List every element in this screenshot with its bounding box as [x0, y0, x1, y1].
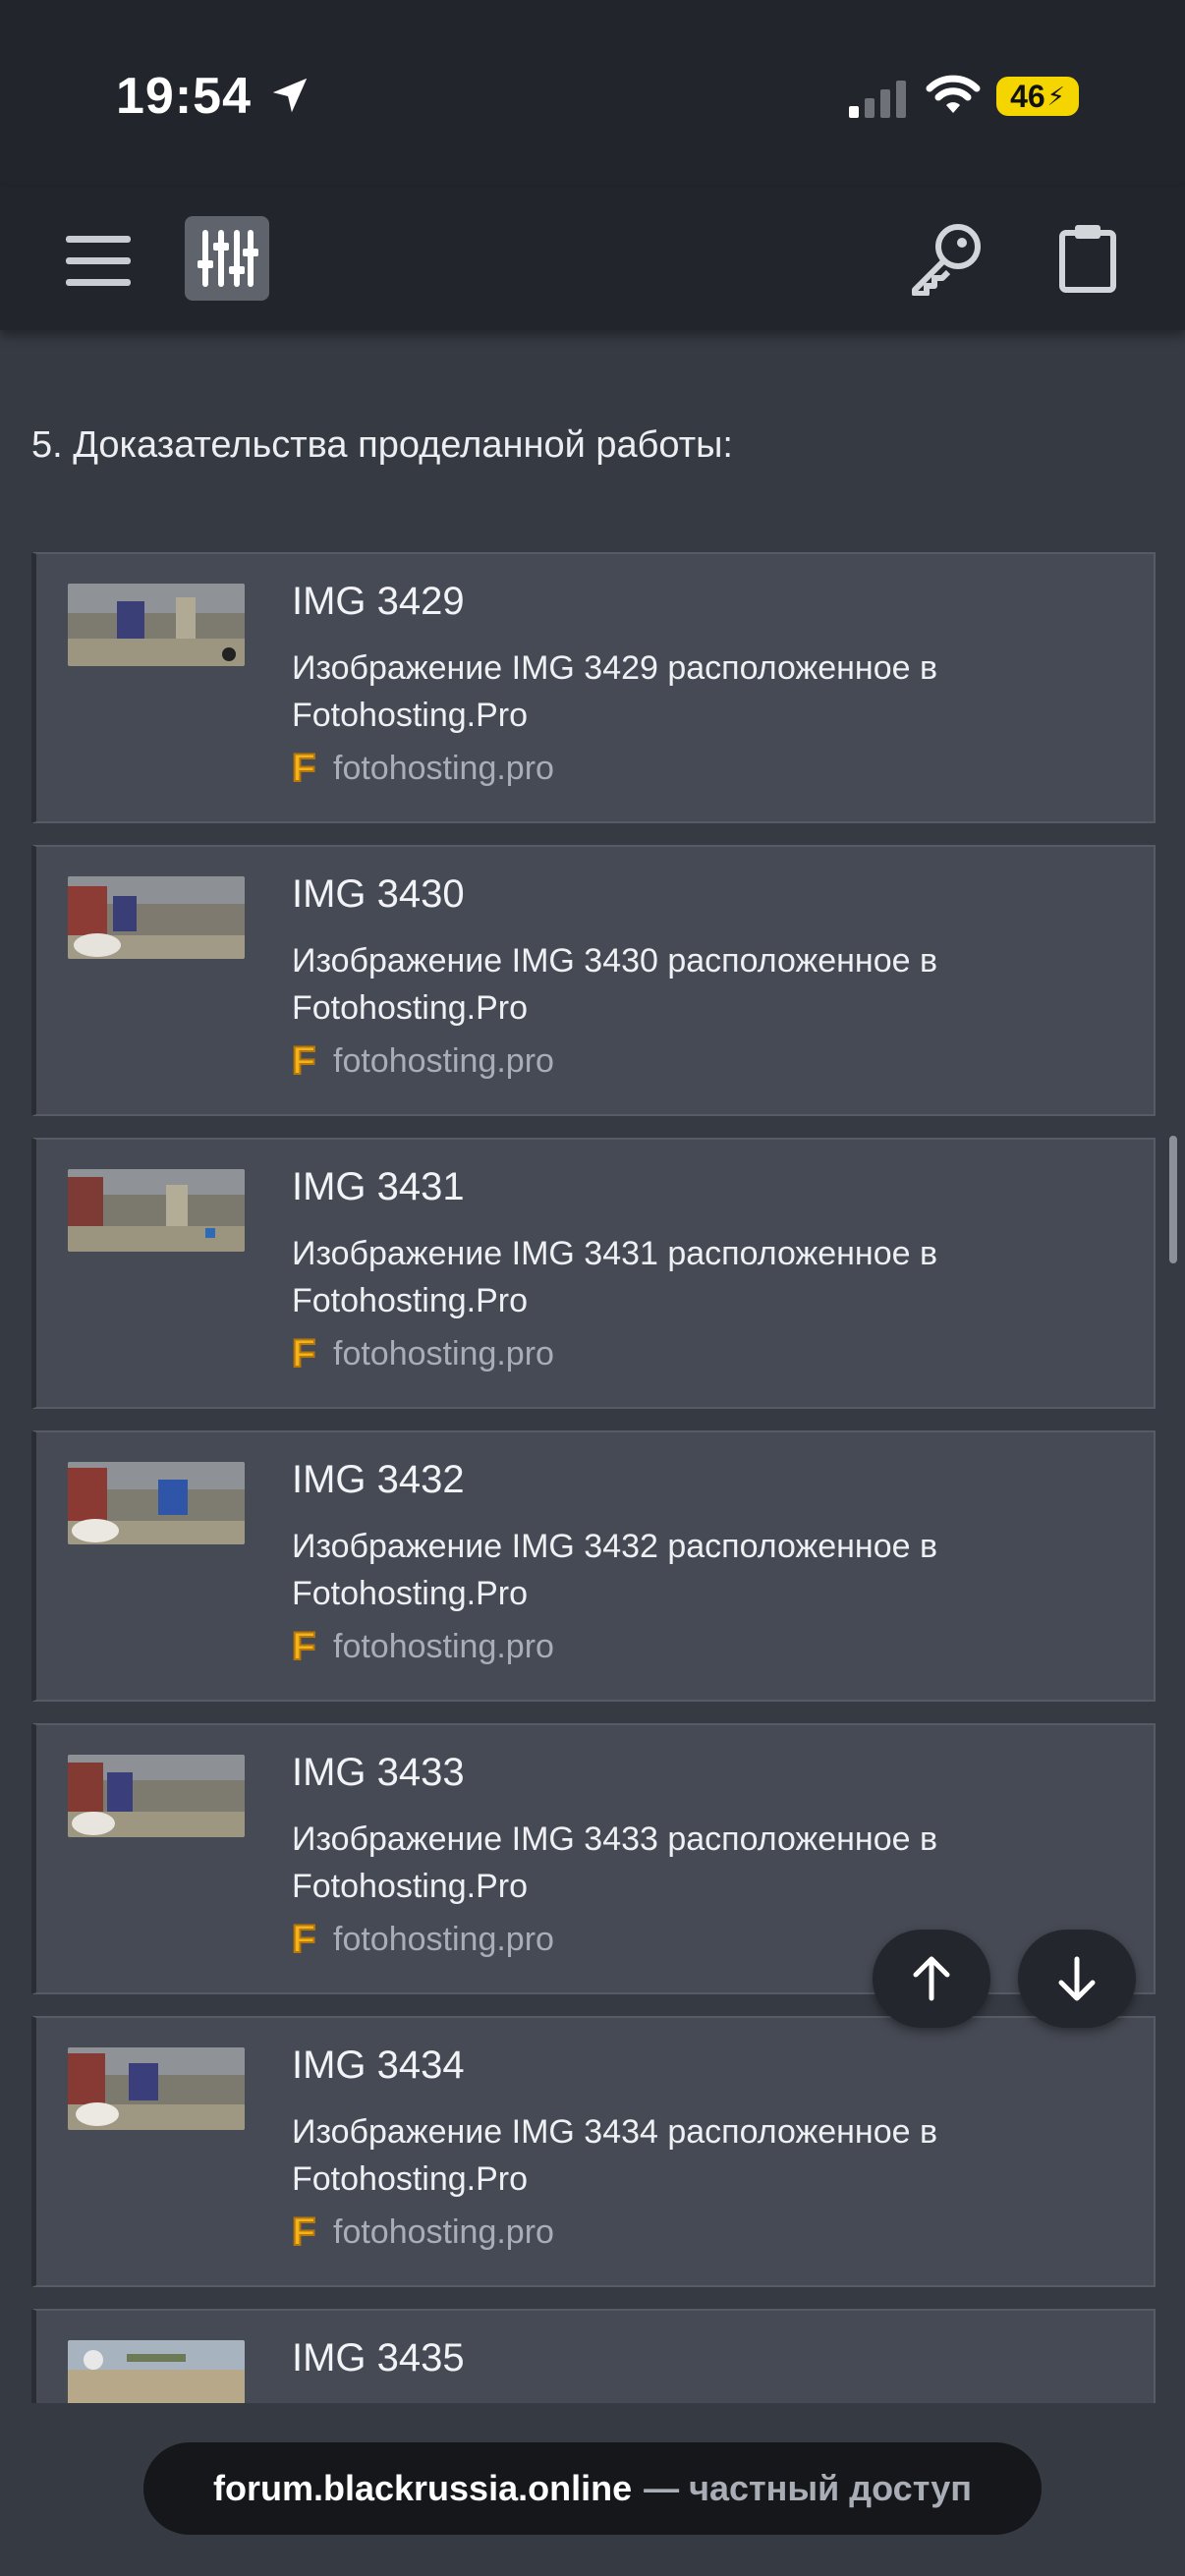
scroll-up-button[interactable] — [873, 1930, 990, 2028]
status-bar: 19:54 46 ⚡ — [0, 0, 1185, 187]
link-preview-card[interactable]: IMG 3435 — [31, 2309, 1156, 2403]
menu-button[interactable] — [59, 222, 138, 301]
arrow-down-icon — [1058, 1956, 1096, 2001]
battery-level: 46 — [1010, 78, 1045, 114]
link-preview-card[interactable]: IMG 3429 Изображение IMG 3429 расположен… — [31, 552, 1156, 823]
key-icon — [912, 224, 981, 296]
link-preview-card[interactable]: IMG 3430 Изображение IMG 3430 расположен… — [31, 845, 1156, 1116]
card-source: F fotohosting.pro — [291, 747, 554, 790]
battery-charging-icon: 46 ⚡ — [996, 77, 1079, 116]
card-source-domain: fotohosting.pro — [333, 749, 554, 787]
card-source-domain: fotohosting.pro — [333, 1627, 554, 1665]
card-source: F fotohosting.pro — [291, 1625, 554, 1668]
clipboard-icon — [1059, 225, 1116, 293]
card-source-domain: fotohosting.pro — [333, 2212, 554, 2251]
address-host: forum.blackrussia.online — [212, 2468, 633, 2508]
scrollbar[interactable] — [1169, 1136, 1177, 1263]
fotohosting-logo-icon: F — [291, 1039, 316, 1083]
card-source-domain: fotohosting.pro — [333, 1334, 554, 1372]
card-title: IMG 3434 — [292, 2044, 465, 2087]
card-title: IMG 3431 — [292, 1165, 465, 1208]
card-source: F fotohosting.pro — [291, 2211, 554, 2254]
card-title: IMG 3433 — [292, 1751, 465, 1794]
card-description: Изображение IMG 3429 расположенное в Fot… — [292, 649, 938, 734]
link-preview-card[interactable]: IMG 3431 Изображение IMG 3431 расположен… — [31, 1138, 1156, 1409]
fotohosting-logo-icon: F — [291, 1918, 316, 1961]
forum-toolbar — [0, 187, 1185, 330]
thumbnail — [68, 1462, 245, 1544]
thumbnail — [68, 2047, 245, 2130]
card-source: F fotohosting.pro — [291, 1039, 554, 1083]
scroll-down-button[interactable] — [1018, 1930, 1136, 2028]
thumbnail — [68, 584, 245, 666]
location-arrow-icon — [272, 78, 308, 113]
fotohosting-logo-icon: F — [291, 1625, 316, 1668]
link-preview-card[interactable]: IMG 3432 Изображение IMG 3432 расположен… — [31, 1430, 1156, 1702]
clipboard-button[interactable] — [1045, 216, 1130, 301]
fotohosting-logo-icon: F — [291, 747, 316, 790]
filter-sliders-icon — [198, 230, 258, 287]
card-source-domain: fotohosting.pro — [333, 1920, 554, 1958]
address-bar[interactable]: forum.blackrussia.online — частный досту… — [143, 2442, 1042, 2535]
link-preview-card[interactable]: IMG 3433 Изображение IMG 3433 расположен… — [31, 1723, 1156, 1994]
card-description: Изображение IMG 3433 расположенное в Fot… — [292, 1820, 938, 1905]
thumbnail — [68, 1755, 245, 1837]
status-time: 19:54 — [116, 68, 252, 125]
arrow-up-icon — [913, 1956, 950, 2001]
filter-button[interactable] — [185, 216, 269, 301]
card-title: IMG 3430 — [292, 872, 465, 916]
signal-icon — [849, 81, 906, 118]
address-privacy-label: — частный доступ — [644, 2468, 972, 2508]
card-source-domain: fotohosting.pro — [333, 1041, 554, 1080]
login-button[interactable] — [904, 216, 988, 301]
card-source: F fotohosting.pro — [291, 1918, 554, 1961]
card-title: IMG 3429 — [292, 580, 465, 623]
card-description: Изображение IMG 3432 расположенное в Fot… — [292, 1528, 938, 1612]
link-preview-card[interactable]: IMG 3434 Изображение IMG 3434 расположен… — [31, 2016, 1156, 2287]
wifi-icon — [926, 75, 981, 113]
fotohosting-logo-icon: F — [291, 1332, 316, 1375]
thumbnail — [68, 1169, 245, 1252]
fotohosting-logo-icon: F — [291, 2211, 316, 2254]
card-title: IMG 3432 — [292, 1458, 465, 1501]
card-description: Изображение IMG 3434 расположенное в Fot… — [292, 2113, 938, 2198]
browser-bottom-bar: forum.blackrussia.online — частный досту… — [0, 2403, 1185, 2576]
menu-icon — [66, 236, 131, 286]
section-heading: 5. Доказательства проделанной работы: — [31, 424, 733, 466]
card-source: F fotohosting.pro — [291, 1332, 554, 1375]
thumbnail — [68, 2340, 245, 2403]
card-description: Изображение IMG 3431 расположенное в Fot… — [292, 1235, 938, 1319]
thumbnail — [68, 876, 245, 959]
post-content: 5. Доказательства проделанной работы: IM… — [0, 330, 1185, 2403]
card-title: IMG 3435 — [292, 2336, 465, 2380]
card-description: Изображение IMG 3430 расположенное в Fot… — [292, 942, 938, 1027]
